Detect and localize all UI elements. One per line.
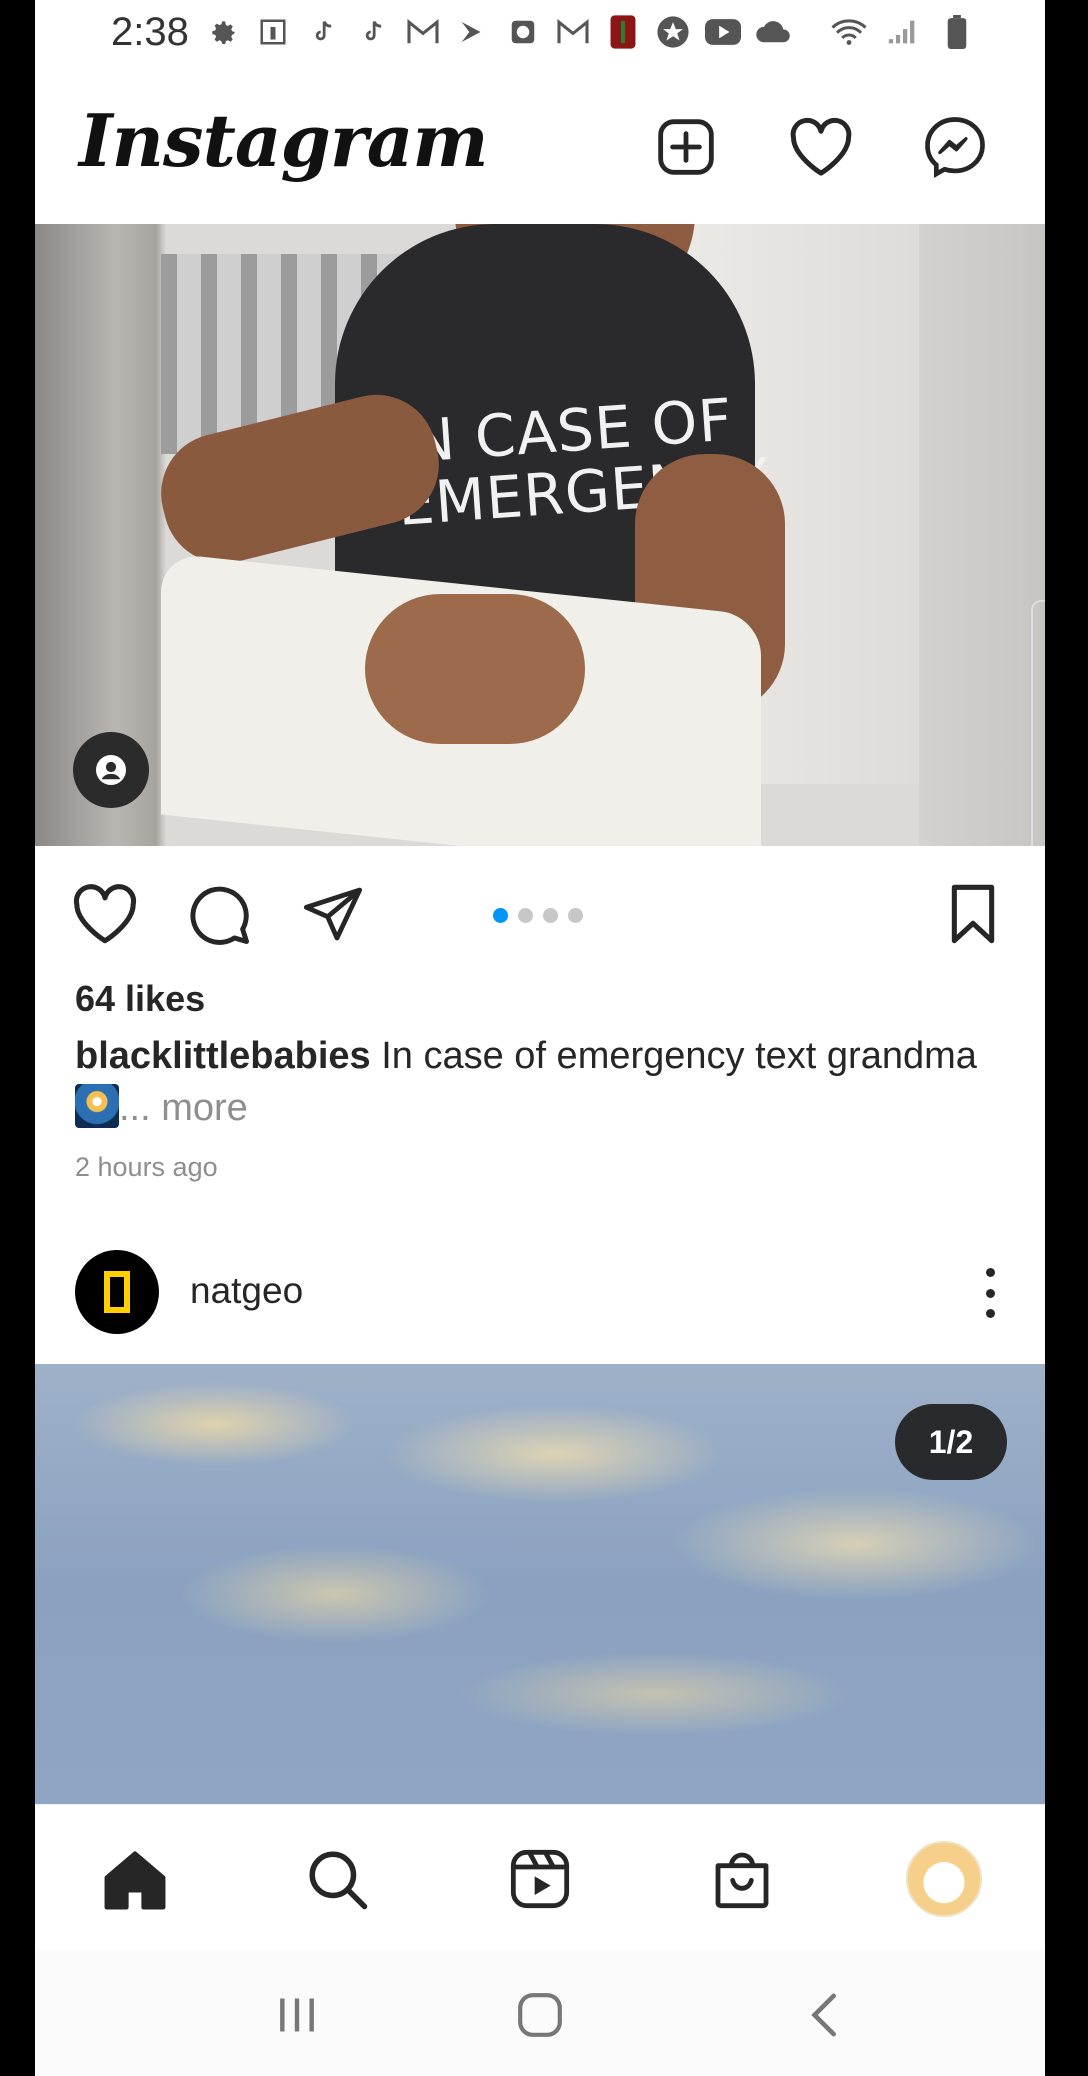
home-system-button[interactable] (505, 1980, 575, 2050)
post-caption: blacklittlebabies In case of emergency t… (75, 1030, 1015, 1134)
bookmark-icon (951, 884, 995, 944)
system-navigation-bar (35, 1950, 1045, 2076)
messenger-button[interactable] (920, 112, 990, 182)
messenger-icon (925, 117, 985, 178)
settings-icon (205, 14, 241, 50)
wifi-icon (831, 14, 867, 50)
person-icon (96, 755, 126, 785)
stanford-icon (605, 14, 641, 50)
activity-button[interactable] (786, 112, 856, 182)
share-button[interactable] (297, 878, 369, 950)
likes-count[interactable]: 64 likes (75, 978, 205, 1020)
reels-tab[interactable] (500, 1839, 580, 1919)
add-post-icon (658, 119, 714, 175)
status-time: 2:38 (111, 10, 189, 54)
carousel-dot (493, 908, 508, 923)
natgeo-avatar[interactable] (75, 1250, 159, 1334)
bottom-navigation (35, 1804, 1045, 1951)
sprint-icon (455, 14, 491, 50)
carousel-dot (518, 908, 533, 923)
youtube-icon (705, 14, 741, 50)
tiktok-icon (355, 14, 391, 50)
more-options-button[interactable] (975, 1268, 1005, 1318)
star-badge-icon (655, 14, 691, 50)
back-icon (811, 1993, 836, 2037)
dot (985, 1309, 995, 1318)
fireworks-emoji-icon (75, 1084, 119, 1128)
send-icon (303, 887, 363, 941)
carousel-dot (543, 908, 558, 923)
notification-icons (205, 14, 791, 50)
carousel-counter: 1/2 (895, 1404, 1007, 1480)
profile-avatar (906, 1841, 982, 1917)
post-timestamp: 2 hours ago (75, 1152, 218, 1182)
new-post-button[interactable] (651, 112, 721, 182)
save-button[interactable] (937, 878, 1009, 950)
recents-icon (280, 1998, 314, 2032)
recent-apps-button[interactable] (262, 1980, 332, 2050)
more-link[interactable]: ... more (119, 1087, 248, 1129)
signal-icon (885, 14, 921, 50)
post-username[interactable]: natgeo (190, 1270, 303, 1312)
dot (985, 1288, 995, 1298)
back-button[interactable] (791, 1980, 861, 2050)
comment-icon (190, 886, 249, 945)
app-header: Instagram (35, 68, 1045, 225)
battery-icon (939, 14, 975, 50)
gmail-icon (405, 14, 441, 50)
post-actions (35, 846, 1045, 966)
tagged-users-button[interactable] (73, 732, 149, 808)
carousel-dot (568, 908, 583, 923)
post-image[interactable]: IN CASE OF EMERGENCY (35, 224, 1045, 846)
caption-username[interactable]: blacklittlebabies (75, 1035, 371, 1077)
dot (985, 1268, 995, 1277)
reels-icon (510, 1849, 570, 1909)
baby-hand (365, 594, 585, 744)
instagram-logo[interactable]: Instagram (79, 98, 489, 183)
status-bar: 2:38 (35, 0, 1045, 68)
natgeo-logo-icon (104, 1271, 130, 1313)
home-tab[interactable] (95, 1839, 175, 1919)
background-blur (919, 224, 1045, 846)
shop-tab[interactable] (702, 1839, 782, 1919)
scroll-handle[interactable] (1031, 600, 1045, 846)
post-header: natgeo (35, 1250, 1045, 1364)
system-status-icons (831, 14, 975, 50)
caption-text: In case of emergency text grandma (381, 1035, 977, 1077)
heart-icon (73, 884, 137, 944)
search-icon (309, 1851, 368, 1910)
heart-icon (790, 117, 852, 176)
gmail-icon (555, 14, 591, 50)
clock-app-icon (505, 14, 541, 50)
comment-button[interactable] (183, 878, 255, 950)
instagram-app: 2:38 Instagram IN CASE OF EMERGENCY 64 l… (35, 0, 1045, 2076)
tiktok-icon (305, 14, 341, 50)
search-tab[interactable] (297, 1839, 377, 1919)
home-icon (104, 1851, 166, 1910)
news-icon (255, 14, 291, 50)
profile-tab[interactable] (904, 1839, 984, 1919)
like-button[interactable] (69, 878, 141, 950)
post-image[interactable]: 1/2 (35, 1364, 1045, 1804)
shopping-bag-icon (715, 1852, 769, 1909)
cloud-icon (755, 14, 791, 50)
home-square-icon (518, 1993, 562, 2037)
carousel-indicator (493, 908, 583, 923)
